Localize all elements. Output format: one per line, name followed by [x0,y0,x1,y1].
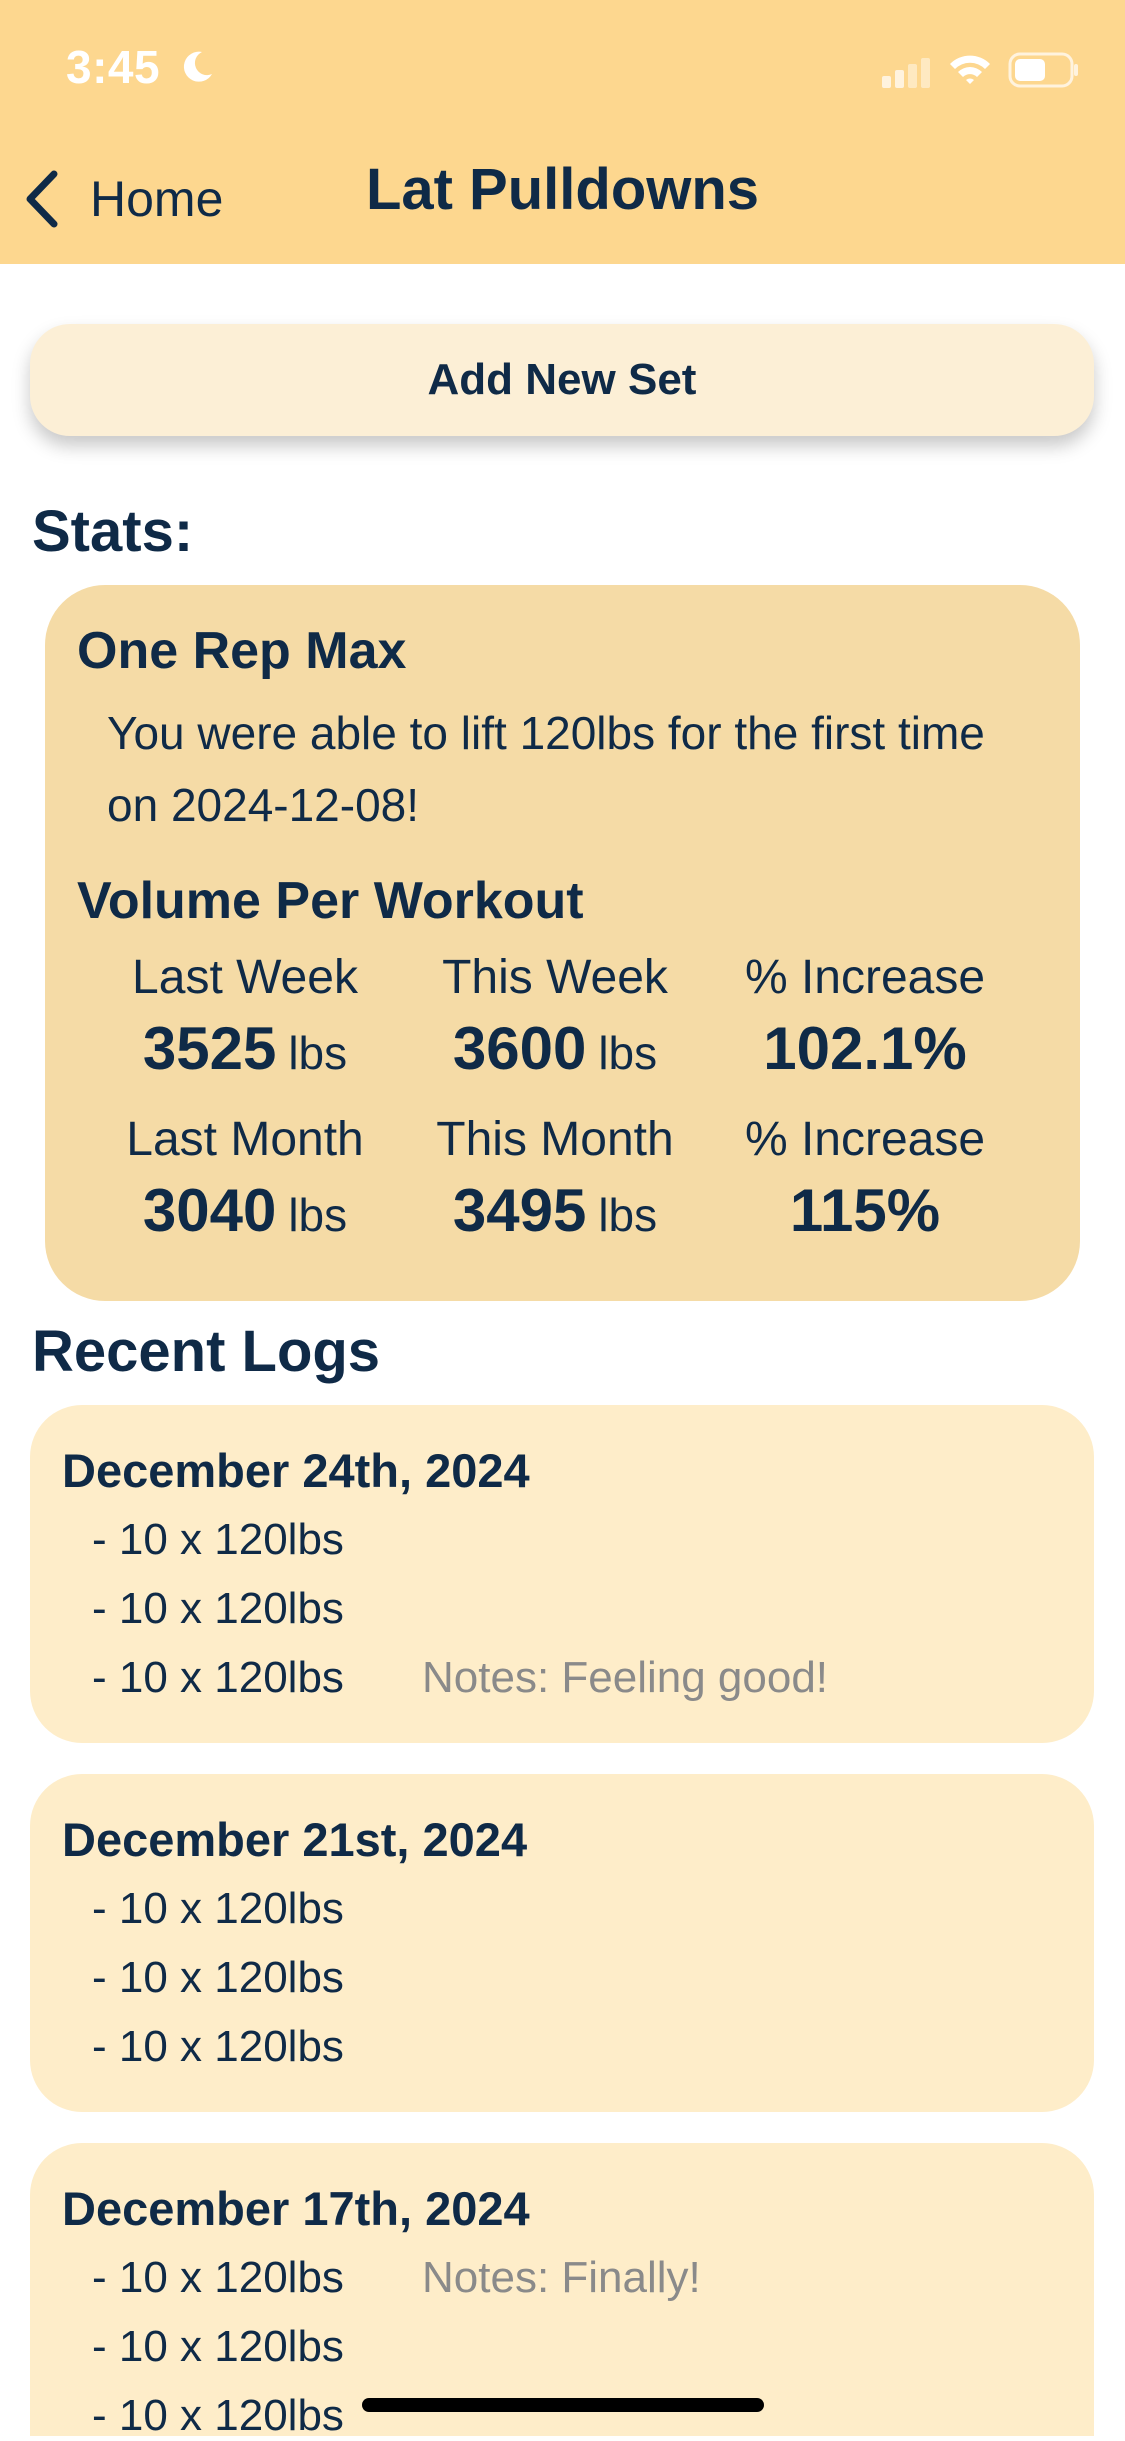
volume-label: % Increase [744,951,986,1004]
volume-grid: Last Week 3525 lbs This Week 3600 lbs % In… [90,947,1050,1271]
stats-heading: Stats: [32,499,194,564]
log-set: - 10 x 120lbs [92,1653,344,1702]
log-card[interactable]: December 17th, 2024 - 10 x 120lbs Notes:… [30,2143,1094,2440]
home-indicator [362,2398,764,2412]
status-time: 3:45 [66,41,161,93]
volume-value: 3495 lbs [400,1171,710,1251]
volume-value: 3600 lbs [400,1009,710,1089]
volume-unit: lbs [598,1189,658,1241]
log-set: - 10 x 120lbs [92,1584,344,1633]
log-set: - 10 x 120lbs [92,1884,344,1933]
volume-label: Last Month [126,1113,364,1166]
one-rep-max-title: One Rep Max [77,622,407,680]
log-date: December 17th, 2024 [62,2182,530,2235]
battery-icon [1008,52,1078,88]
volume-label: This Month [436,1113,674,1166]
volume-cell-last-month: Last Month 3040 lbs [90,1109,400,1271]
volume-row-monthly: Last Month 3040 lbs This Month 3495 lbs % … [90,1109,1050,1271]
volume-number: 3040 [142,1177,277,1244]
volume-value: 3040 lbs [90,1171,400,1251]
log-set: - 10 x 120lbs [92,2391,344,2440]
volume-label: This Week [442,951,668,1004]
volume-row-weekly: Last Week 3525 lbs This Week 3600 lbs % In… [90,947,1050,1109]
volume-label: % Increase [744,1113,986,1166]
volume-label: Last Week [132,951,358,1004]
log-set: - 10 x 120lbs [92,2322,344,2371]
wifi-icon [950,55,990,84]
log-note: Notes: Finally! [422,2253,701,2302]
signal-icon [882,58,930,88]
volume-value: 3525 lbs [90,1009,400,1089]
stats-card: One Rep Max You were able to lift 120lbs… [45,585,1080,1301]
one-rep-max-text: You were able to lift 120lbs for the fir… [107,707,985,831]
page-title: Lat Pulldowns [365,157,760,222]
volume-value: 115% [789,1177,941,1244]
moon-icon [183,51,212,82]
recent-logs-heading: Recent Logs [32,1319,381,1384]
volume-cell-this-week: This Week 3600 lbs [400,947,710,1109]
log-set: - 10 x 120lbs [92,2253,344,2302]
log-date: December 21st, 2024 [62,1813,528,1866]
volume-title: Volume Per Workout [77,872,584,930]
volume-cell-last-week: Last Week 3525 lbs [90,947,400,1109]
volume-cell-weekly-increase: % Increase 102.1% [710,947,1020,1109]
volume-number: 3495 [452,1177,587,1244]
volume-number: 3600 [452,1015,587,1082]
log-card[interactable]: December 21st, 2024 - 10 x 120lbs - 10 x… [30,1774,1094,2112]
add-new-set-button[interactable]: Add New Set [30,324,1094,436]
volume-cell-monthly-increase: % Increase 115% [710,1109,1020,1271]
volume-unit: lbs [288,1189,348,1241]
log-set: - 10 x 120lbs [92,1953,344,2002]
volume-unit: lbs [288,1027,348,1079]
volume-unit: lbs [598,1027,658,1079]
log-set: - 10 x 120lbs [92,1515,344,1564]
log-set: - 10 x 120lbs [92,2022,344,2071]
volume-cell-this-month: This Month 3495 lbs [400,1109,710,1271]
log-note: Notes: Feeling good! [422,1653,829,1702]
log-date: December 24th, 2024 [62,1444,530,1497]
header: 3:45 Home Lat Pulldowns [0,0,1125,264]
volume-number: 3525 [142,1015,277,1082]
log-card[interactable]: December 24th, 2024 - 10 x 120lbs - 10 x… [30,1405,1094,1743]
volume-value: 102.1% [763,1015,967,1082]
